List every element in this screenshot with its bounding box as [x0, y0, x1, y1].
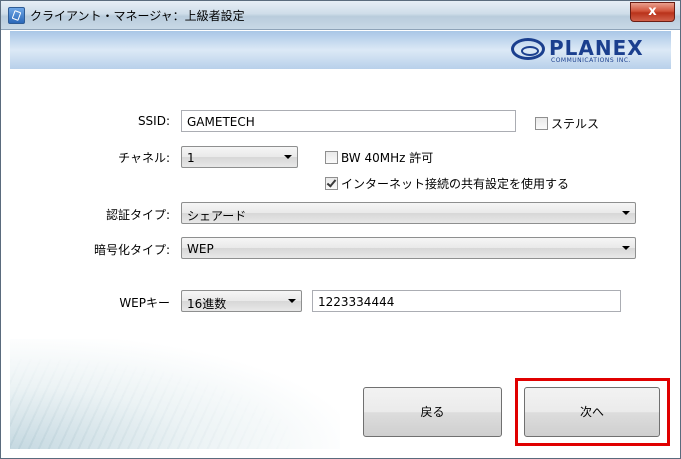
wep-key-label: WEPキー	[119, 296, 170, 310]
chevron-down-icon	[622, 246, 630, 250]
stealth-label: ステルス	[551, 117, 600, 131]
bw40-checkbox[interactable]: BW 40MHz 許可	[325, 149, 433, 166]
back-button[interactable]: 戻る	[363, 387, 502, 437]
encryption-type-select[interactable]: WEP	[181, 237, 636, 259]
auth-type-select[interactable]: シェアード	[181, 202, 636, 224]
wep-key-input[interactable]: 1223334444	[312, 290, 621, 312]
wep-key-format-select[interactable]: 16進数	[181, 290, 302, 312]
encryption-type-label: 暗号化タイプ:	[93, 243, 170, 257]
wep-key-format-value: 16進数	[187, 297, 227, 311]
app-icon	[8, 7, 25, 24]
channel-value: 1	[187, 151, 195, 165]
planex-logo-icon	[511, 38, 545, 60]
header-banner: PLANEX COMMUNICATIONS INC.	[10, 31, 671, 69]
stealth-checkbox[interactable]: ステルス	[535, 115, 599, 132]
title-bar[interactable]: クライアント・マネージャ：上級者設定 x	[1, 1, 680, 30]
chevron-down-icon	[288, 299, 296, 303]
channel-label: チャネル:	[118, 151, 170, 165]
planex-logo: PLANEX COMMUNICATIONS INC.	[511, 36, 661, 66]
ics-checkbox[interactable]: インターネット接続の共有設定を使用する	[325, 175, 569, 192]
ics-checkbox-box[interactable]	[325, 177, 338, 190]
logo-tagline: COMMUNICATIONS INC.	[551, 57, 631, 64]
settings-window: クライアント・マネージャ：上級者設定 x PLANEX COMMUNICATIO…	[0, 0, 681, 459]
ssid-label: SSID:	[137, 114, 170, 128]
close-button[interactable]: x	[630, 2, 675, 22]
window-title: クライアント・マネージャ：上級者設定	[30, 9, 245, 23]
chevron-down-icon	[622, 211, 630, 215]
auth-type-value: シェアード	[187, 209, 247, 223]
bw40-label: BW 40MHz 許可	[341, 151, 434, 165]
ssid-input[interactable]: GAMETECH	[181, 110, 516, 132]
auth-type-label: 認証タイプ:	[105, 208, 170, 222]
channel-select[interactable]: 1	[181, 146, 298, 168]
settings-panel: SSID: GAMETECH ステルス チャネル: 1 BW 40MHz 許可 …	[10, 70, 671, 449]
chevron-down-icon	[284, 155, 292, 159]
ics-label: インターネット接続の共有設定を使用する	[341, 177, 570, 191]
decorative-background	[10, 339, 340, 449]
bw40-checkbox-box[interactable]	[325, 151, 338, 164]
stealth-checkbox-box[interactable]	[535, 117, 548, 130]
encryption-type-value: WEP	[187, 242, 214, 256]
next-button-highlight	[515, 378, 670, 446]
